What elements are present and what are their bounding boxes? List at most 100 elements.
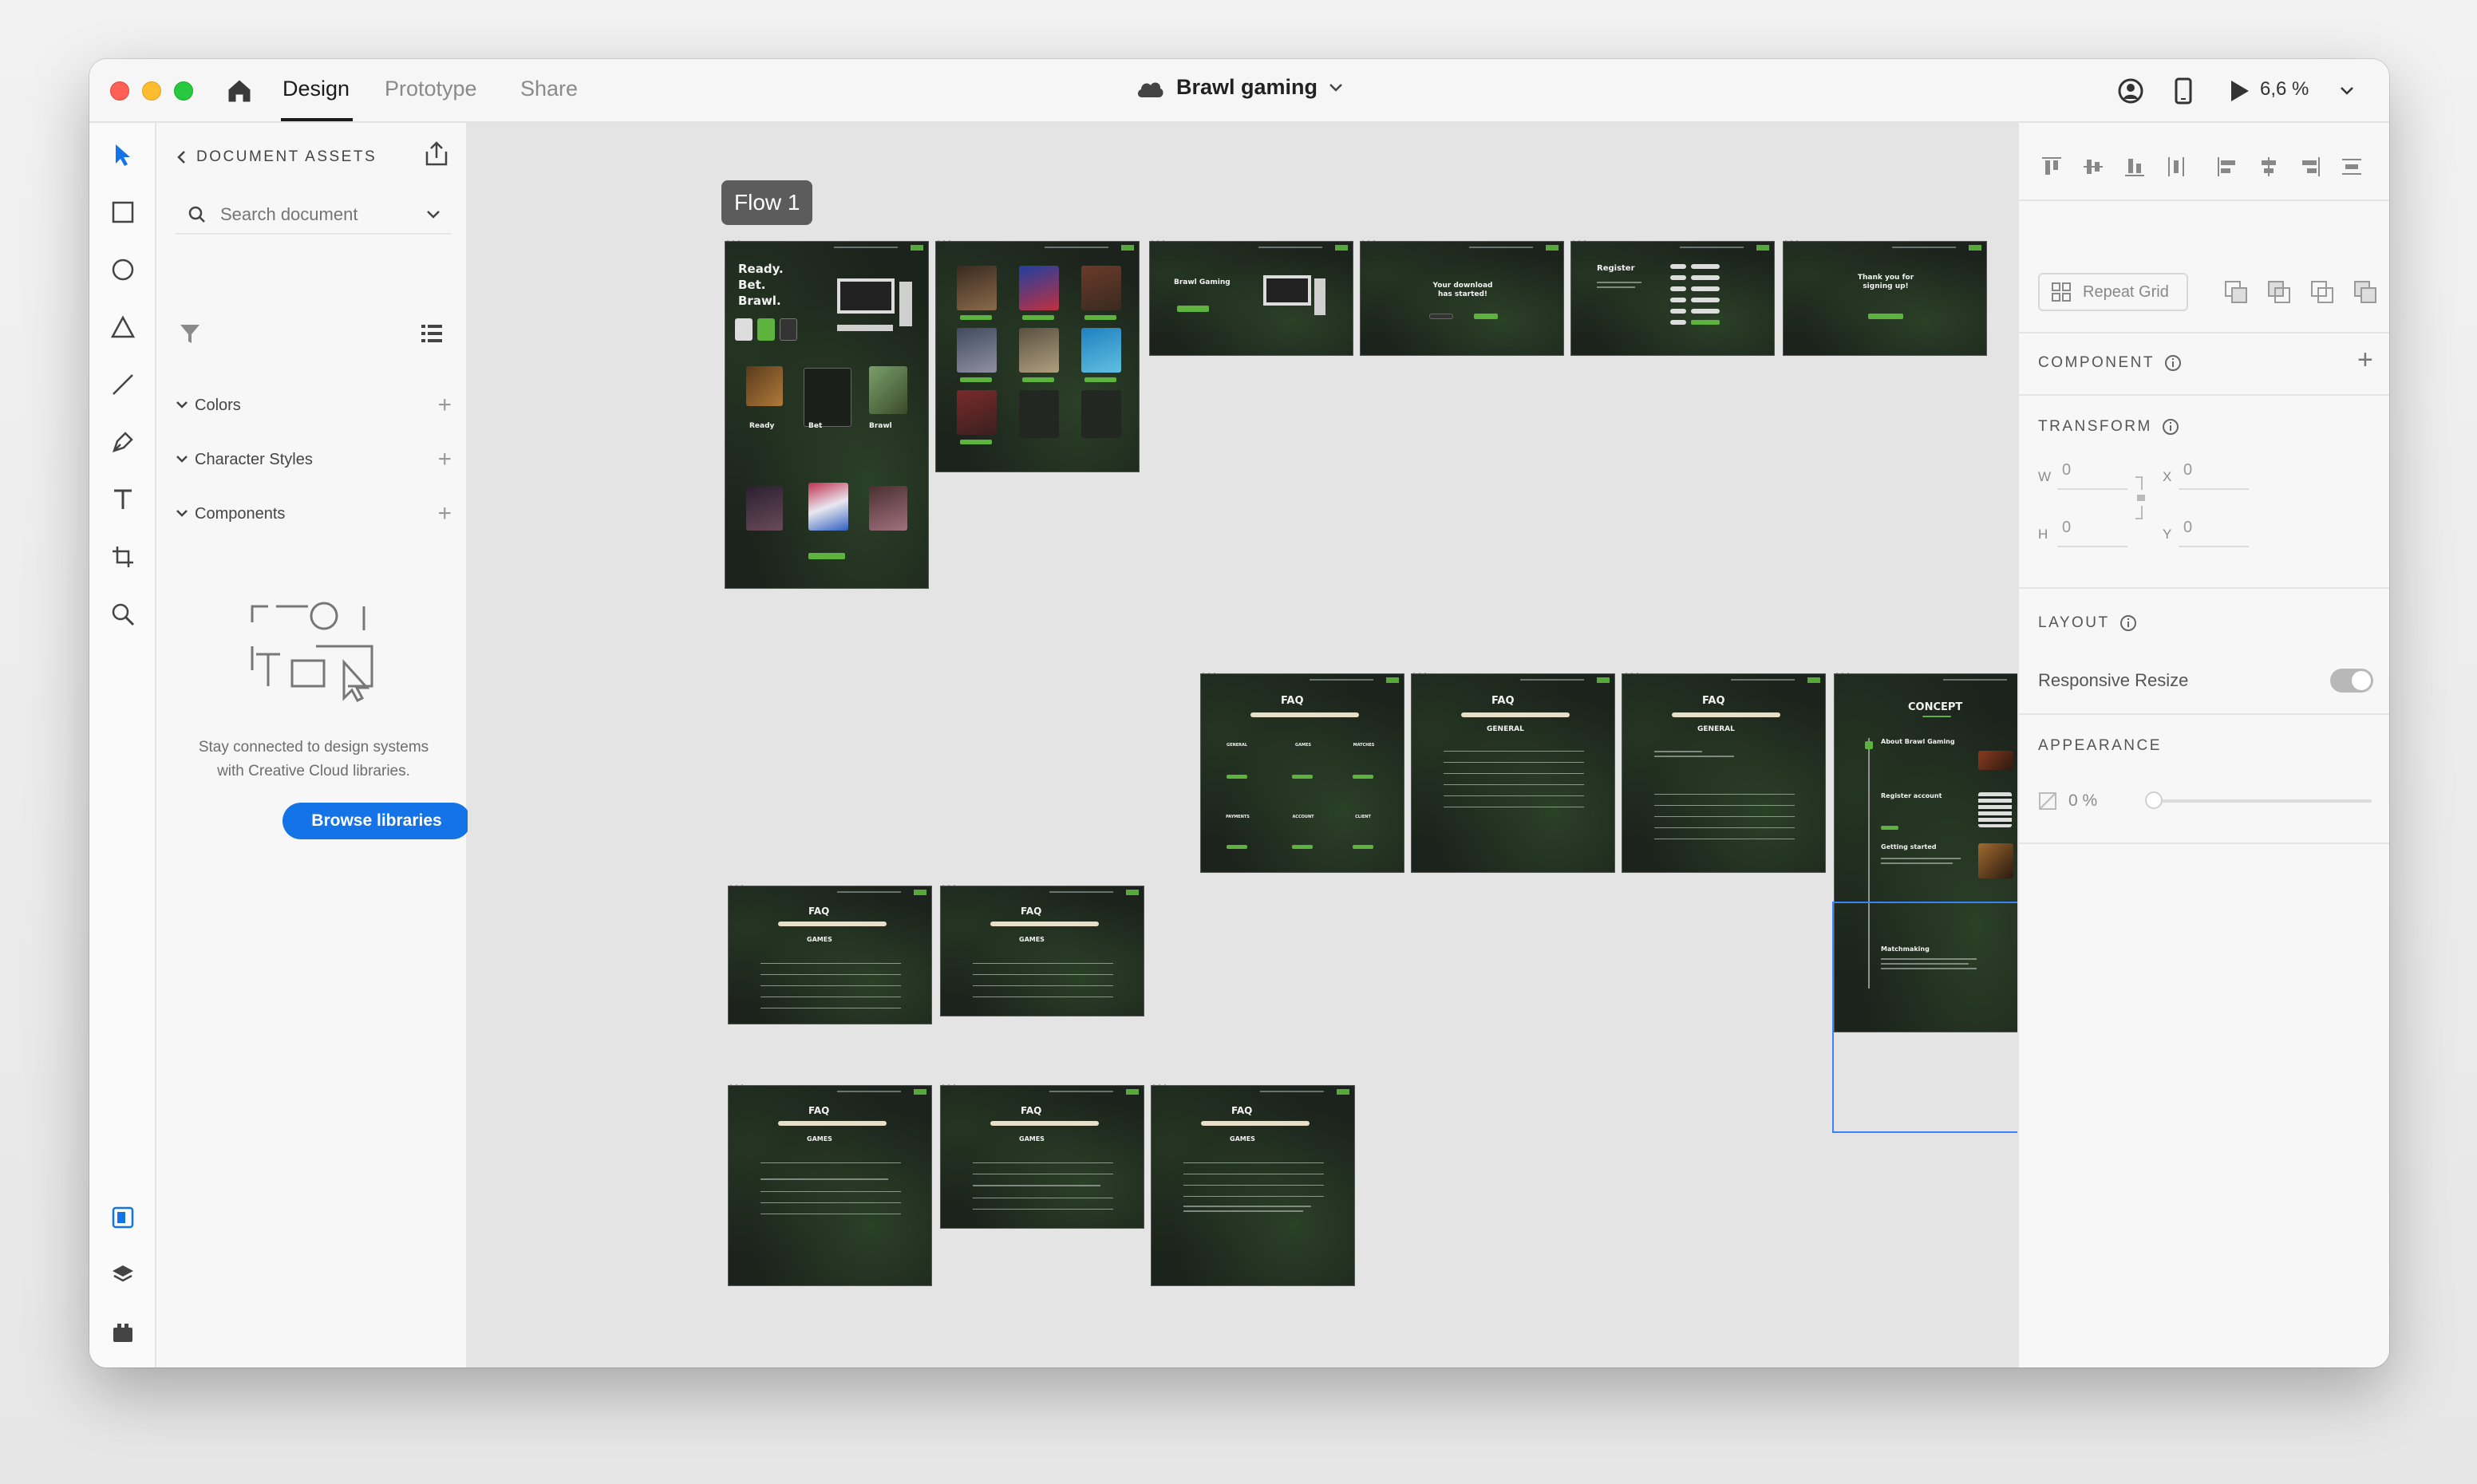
select-tool-icon[interactable]: [107, 139, 139, 171]
width-field[interactable]: 0: [2057, 458, 2127, 490]
rectangle-tool-icon[interactable]: [107, 196, 139, 228]
faq-row: [760, 1202, 901, 1203]
x-field[interactable]: 0: [2179, 458, 2249, 490]
list-view-icon[interactable]: [420, 322, 444, 349]
component-title: COMPONENT: [2038, 354, 2155, 371]
artboard-games[interactable]: [935, 241, 1140, 472]
hero-line-3: Brawl.: [738, 294, 781, 308]
text-tool-icon[interactable]: [107, 483, 139, 515]
minimize-window-button[interactable]: [142, 81, 161, 101]
tab-prototype[interactable]: Prototype: [385, 77, 477, 101]
opacity-slider[interactable]: [2147, 799, 2372, 803]
artboard-download-started[interactable]: Your download has started!: [1360, 241, 1564, 356]
tab-design[interactable]: Design: [282, 77, 350, 101]
exclude-boolean-icon[interactable]: [2353, 279, 2378, 305]
faq-category-payments: PAYMENTS: [1226, 815, 1250, 819]
chevron-down-icon: [1329, 83, 1342, 92]
distribute-horizontal-icon[interactable]: [2338, 153, 2365, 180]
opacity-slider-knob[interactable]: [2145, 791, 2163, 809]
user-icon[interactable]: [2115, 75, 2147, 107]
game-thumbnail: [957, 390, 997, 435]
transform-header: TRANSFORM: [2038, 418, 2179, 436]
zoom-level[interactable]: 6,6 %: [2260, 78, 2309, 101]
export-icon[interactable]: [423, 140, 450, 172]
artboard-faq-games-1[interactable]: FAQ GAMES: [728, 886, 932, 1024]
tab-share[interactable]: Share: [520, 77, 578, 101]
game-thumbnail: [808, 483, 848, 531]
artboard-thank-you[interactable]: Thank you for signing up!: [1783, 241, 1987, 356]
responsive-resize-toggle[interactable]: [2330, 669, 2373, 693]
document-title-menu[interactable]: Brawl gaming: [1135, 75, 1343, 100]
artboard-faq-games-5[interactable]: FAQ GAMES: [1151, 1085, 1355, 1286]
artboard-faq-games-4[interactable]: FAQ GAMES: [940, 1085, 1144, 1229]
search-bar-mock: [1461, 712, 1570, 717]
col-title-brawl: Brawl: [869, 422, 892, 430]
home-icon[interactable]: [225, 77, 254, 105]
artboard-faq-games-2[interactable]: FAQ GAMES: [940, 886, 1144, 1016]
artboard-tool-icon[interactable]: [107, 541, 139, 573]
browse-libraries-button[interactable]: Browse libraries: [282, 803, 471, 839]
line-tool-icon[interactable]: [107, 369, 139, 401]
pen-tool-icon[interactable]: [107, 426, 139, 458]
info-icon[interactable]: [2164, 354, 2182, 372]
section-character-styles[interactable]: Character Styles +: [176, 444, 452, 476]
distribute-vertical-icon[interactable]: [2163, 153, 2190, 180]
form-field: [1691, 309, 1720, 314]
search-dropdown-icon[interactable]: [426, 210, 440, 219]
align-middle-icon[interactable]: [2080, 153, 2107, 180]
add-component-icon[interactable]: +: [437, 500, 452, 527]
assets-header[interactable]: DOCUMENT ASSETS: [176, 148, 377, 166]
add-component-icon[interactable]: +: [2357, 345, 2373, 376]
plugins-icon[interactable]: [107, 1316, 139, 1348]
ellipse-tool-icon[interactable]: [107, 254, 139, 286]
filter-icon[interactable]: [179, 322, 201, 349]
artboard-faq-general-expanded[interactable]: FAQ GENERAL: [1622, 673, 1826, 873]
align-left-icon[interactable]: [2214, 153, 2241, 180]
transform-title: TRANSFORM: [2038, 418, 2152, 435]
artboard-home[interactable]: Ready. Bet. Brawl. Ready Bet Brawl: [725, 241, 929, 589]
repeat-grid-button[interactable]: Repeat Grid: [2038, 273, 2188, 311]
intersect-boolean-icon[interactable]: [2309, 279, 2335, 305]
artboard-faq[interactable]: FAQ GENERAL GAMES MATCHES PAYMENTS ACCOU…: [1200, 673, 1404, 873]
height-label: H: [2038, 527, 2048, 542]
close-window-button[interactable]: [110, 81, 129, 101]
align-right-icon[interactable]: [2297, 153, 2324, 180]
artboard-faq-games-3[interactable]: FAQ GAMES: [728, 1085, 932, 1286]
artboard-faq-general[interactable]: FAQ GENERAL: [1411, 673, 1615, 873]
polygon-tool-icon[interactable]: [107, 311, 139, 343]
design-canvas[interactable]: Flow 1 … Ready. Bet. Brawl. Ready Bet Br…: [468, 123, 2017, 1368]
add-character-style-icon[interactable]: +: [437, 446, 452, 473]
flow-label[interactable]: Flow 1: [721, 180, 813, 225]
align-bottom-icon[interactable]: [2121, 153, 2148, 180]
y-field[interactable]: 0: [2179, 515, 2249, 547]
opacity-value[interactable]: 0 %: [2068, 791, 2097, 811]
timeline-marker: [1865, 741, 1873, 749]
faq-button: [1292, 775, 1313, 779]
maximize-window-button[interactable]: [174, 81, 193, 101]
subtract-boolean-icon[interactable]: [2266, 279, 2292, 305]
divider: [2019, 843, 2389, 844]
align-top-icon[interactable]: [2038, 153, 2065, 180]
info-icon[interactable]: [2162, 418, 2179, 436]
search-bar-mock: [778, 1121, 887, 1126]
add-boolean-icon[interactable]: [2223, 279, 2249, 305]
mobile-preview-icon[interactable]: [2167, 75, 2199, 107]
section-colors[interactable]: Colors +: [176, 389, 452, 421]
artboard-download[interactable]: Brawl Gaming: [1149, 241, 1353, 356]
zoom-tool-icon[interactable]: [107, 598, 139, 630]
section-components[interactable]: Components +: [176, 498, 452, 530]
height-field[interactable]: 0: [2057, 515, 2127, 547]
section-label: Colors: [195, 396, 241, 414]
zoom-chevron-icon[interactable]: [2335, 75, 2359, 107]
info-icon[interactable]: [2119, 614, 2137, 632]
selection-box[interactable]: [1832, 902, 2017, 1133]
play-icon[interactable]: [2223, 75, 2255, 107]
assets-panel-icon[interactable]: [107, 1202, 139, 1233]
lock-aspect-icon[interactable]: [2132, 474, 2147, 522]
search-input[interactable]: [220, 204, 412, 225]
artboard-register[interactable]: Register: [1570, 241, 1775, 356]
add-color-icon[interactable]: +: [437, 392, 452, 419]
game-thumbnail: [957, 266, 997, 310]
layers-icon[interactable]: [107, 1259, 139, 1291]
align-center-icon[interactable]: [2255, 153, 2282, 180]
